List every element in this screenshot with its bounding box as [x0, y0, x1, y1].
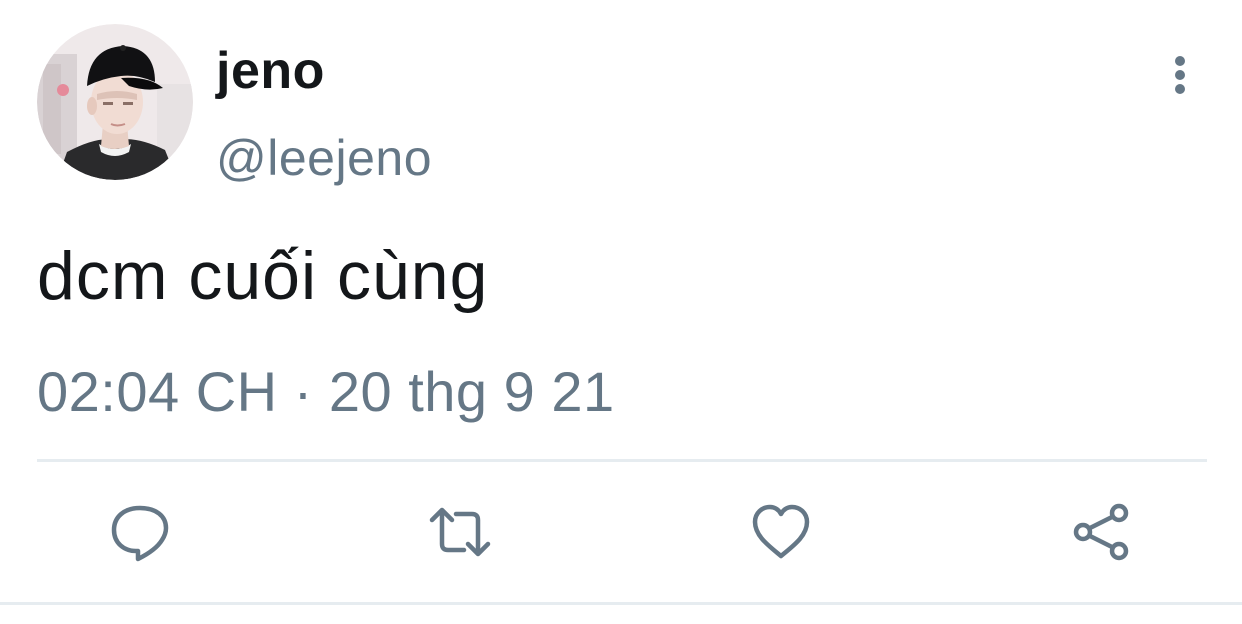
user-handle[interactable]: @leejeno: [216, 127, 432, 189]
tweet-date: 20 thg 9 21: [328, 360, 615, 423]
share-button[interactable]: [1069, 500, 1133, 564]
display-name[interactable]: jeno: [216, 40, 325, 102]
heart-icon: [752, 504, 810, 559]
tweet-time: 02:04 CH: [37, 360, 278, 423]
reply-button[interactable]: [108, 500, 172, 564]
avatar-image: [37, 24, 193, 180]
like-button[interactable]: [749, 500, 813, 564]
divider: [37, 459, 1207, 462]
tweet-card: jeno @leejeno dcm cuối cùng 02:04 CH · 2…: [0, 0, 1242, 624]
more-options-button[interactable]: [1160, 50, 1200, 100]
timestamp-separator: ·: [293, 360, 313, 423]
tweet-timestamp[interactable]: 02:04 CH · 20 thg 9 21: [37, 358, 615, 426]
tweet-text: dcm cuối cùng: [37, 238, 489, 314]
retweet-button[interactable]: [428, 500, 492, 564]
reply-icon: [111, 505, 169, 562]
avatar[interactable]: [37, 24, 193, 180]
more-vertical-icon: [1175, 56, 1185, 94]
divider-bottom: [0, 602, 1242, 605]
retweet-icon: [429, 507, 491, 557]
share-icon: [1073, 503, 1129, 561]
